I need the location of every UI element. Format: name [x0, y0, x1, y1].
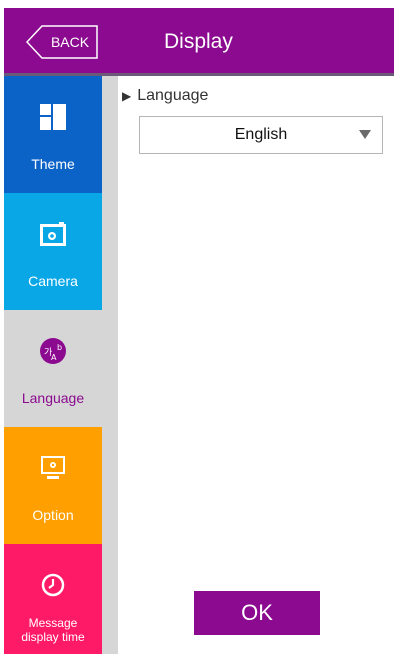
- language-icon: 가 A b: [4, 338, 102, 364]
- svg-text:b: b: [57, 343, 62, 352]
- svg-text:A: A: [51, 353, 57, 362]
- option-monitor-icon: [4, 455, 102, 481]
- ok-button[interactable]: OK: [194, 591, 320, 635]
- sidebar-item-option[interactable]: Option: [4, 427, 102, 544]
- sidebar-item-label: Option: [32, 507, 74, 523]
- language-select-value: English: [234, 126, 288, 143]
- language-select[interactable]: English: [139, 116, 383, 154]
- section-heading-label: Language: [137, 87, 209, 104]
- header-bar: BACK Display: [4, 8, 394, 73]
- sidebar-item-label: Camera: [28, 273, 78, 289]
- language-panel: ▶ Language English OK: [118, 76, 394, 654]
- triangle-right-icon: ▶: [122, 89, 132, 103]
- camera-icon: [4, 221, 102, 247]
- back-button-label: BACK: [50, 34, 90, 50]
- sidebar-item-label: Message display time: [4, 616, 102, 644]
- dropdown-arrow-icon: [359, 130, 371, 139]
- sidebar-item-message-display-time[interactable]: Message display time: [4, 544, 102, 654]
- clock-icon: [4, 572, 102, 598]
- sidebar-item-label-line2: display time: [21, 630, 85, 644]
- sidebar-item-label: Language: [21, 390, 85, 406]
- display-settings-screen: BACK Display Theme Camera 가 A b Language…: [4, 8, 394, 654]
- theme-grid-icon: [4, 104, 102, 130]
- sidebar-item-label-line1: Message: [28, 616, 78, 630]
- sidebar-item-camera[interactable]: Camera: [4, 193, 102, 310]
- back-button[interactable]: BACK: [26, 25, 98, 59]
- sidebar: Theme Camera 가 A b Language Option Messa…: [4, 76, 118, 654]
- sidebar-item-label: Theme: [31, 156, 75, 172]
- sidebar-item-language[interactable]: 가 A b Language: [4, 310, 102, 427]
- sidebar-item-theme[interactable]: Theme: [4, 76, 102, 193]
- section-heading: ▶ Language: [122, 86, 208, 106]
- page-title: Display: [164, 30, 233, 53]
